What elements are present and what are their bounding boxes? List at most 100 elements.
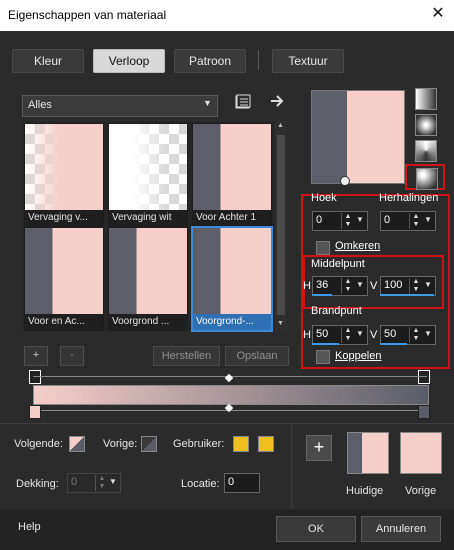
radial-style-icon[interactable]: [416, 168, 438, 190]
arrow-right-icon[interactable]: [268, 93, 286, 111]
focal-h-value: 50: [316, 328, 329, 340]
sunburst-style-icon[interactable]: [415, 140, 437, 162]
category-dropdown[interactable]: Alles ▼: [22, 95, 218, 117]
user-swatch[interactable]: [233, 436, 249, 452]
opacity-stop-left[interactable]: [29, 370, 41, 384]
opacity-label: Dekking:: [16, 478, 59, 490]
category-value: Alles: [28, 99, 52, 111]
gradient-tile-label: Voor Achter 1: [193, 210, 271, 226]
location-value: 0: [228, 476, 235, 488]
focal-h-slider[interactable]: [312, 343, 339, 345]
location-label: Locatie:: [181, 478, 220, 490]
angle-field[interactable]: 0 ▲ ▼ ▼: [312, 211, 368, 231]
location-field[interactable]: 0: [224, 473, 260, 493]
rectangular-style-icon[interactable]: [415, 114, 437, 136]
focal-h-label: H: [303, 329, 311, 341]
gradient-tile-label: Voorgrond-...: [193, 314, 271, 330]
vertical-divider: [291, 423, 292, 509]
dropdown-arrow-icon[interactable]: ▼: [107, 474, 119, 490]
spin-arrows-icon[interactable]: ▲ ▼: [409, 213, 422, 229]
ok-button[interactable]: OK: [276, 516, 356, 542]
scroll-down-icon[interactable]: ▼: [277, 320, 284, 327]
gradient-bar[interactable]: [33, 385, 429, 405]
gradient-tile[interactable]: Vervaging wit: [108, 123, 188, 227]
opacity-stop-right[interactable]: [418, 370, 430, 384]
remove-gradient-button[interactable]: -: [60, 346, 84, 366]
tab-patroon[interactable]: Patroon: [174, 49, 246, 73]
center-h-value: 36: [316, 279, 329, 291]
spin-arrows-icon[interactable]: ▲ ▼: [341, 213, 354, 229]
spin-arrows-icon[interactable]: ▲ ▼: [341, 327, 354, 343]
focal-h-field[interactable]: 50 ▲ ▼ ▼: [312, 325, 368, 345]
dropdown-arrow-icon[interactable]: ▼: [422, 212, 434, 228]
linear-style-icon[interactable]: [415, 88, 437, 110]
window-title: Eigenschappen van materiaal: [8, 8, 167, 22]
save-button[interactable]: Opslaan: [225, 346, 289, 366]
dropdown-arrow-icon[interactable]: ▼: [422, 277, 434, 293]
center-h-label: H: [303, 280, 311, 292]
opacity-field[interactable]: 0 ▲ ▼ ▼: [67, 473, 121, 493]
gradient-tile[interactable]: Voorgrond ...: [108, 227, 188, 331]
gradient-tile-selected[interactable]: Voorgrond-...: [191, 226, 273, 332]
center-point-marker[interactable]: [340, 176, 350, 186]
invert-label: Omkeren: [335, 240, 381, 252]
repeats-label: Herhalingen: [379, 192, 439, 204]
next-swatch[interactable]: [69, 436, 85, 452]
angle-label: Hoek: [311, 192, 337, 204]
center-v-field[interactable]: 100 ▲ ▼ ▼: [380, 276, 436, 296]
help-link[interactable]: Help: [18, 521, 41, 533]
user-swatch-2[interactable]: [258, 436, 274, 452]
current-material-swatch[interactable]: [347, 432, 389, 474]
restore-button[interactable]: Herstellen: [153, 346, 220, 366]
current-label: Huidige: [346, 485, 384, 497]
add-swatch-button[interactable]: +: [306, 435, 332, 461]
center-v-slider[interactable]: [380, 294, 434, 296]
gradient-tile[interactable]: Vervaging v...: [24, 123, 104, 227]
angle-value: 0: [316, 214, 323, 226]
gradient-tile[interactable]: Voor Achter 1: [192, 123, 272, 227]
tab-verloop[interactable]: Verloop: [93, 49, 165, 73]
list-view-icon[interactable]: [234, 94, 252, 112]
invert-checkbox[interactable]: [316, 241, 330, 255]
spin-arrows-icon[interactable]: ▲ ▼: [409, 278, 422, 294]
link-checkbox[interactable]: [316, 350, 330, 364]
spin-arrows-icon[interactable]: ▲ ▼: [409, 327, 422, 343]
tab-kleur[interactable]: Kleur: [12, 49, 84, 73]
center-v-value: 100: [384, 279, 403, 291]
close-icon[interactable]: ✕: [428, 4, 448, 24]
title-bar: Eigenschappen van materiaal ✕: [0, 0, 454, 31]
focal-v-slider[interactable]: [380, 343, 407, 345]
scrollbar-thumb[interactable]: [277, 135, 285, 315]
center-h-slider[interactable]: [312, 294, 332, 296]
spin-arrows-icon[interactable]: ▲ ▼: [341, 278, 354, 294]
color-stop-left[interactable]: [29, 405, 41, 419]
repeats-value: 0: [384, 214, 391, 226]
center-h-field[interactable]: 36 ▲ ▼ ▼: [312, 276, 368, 296]
dropdown-arrow-icon[interactable]: ▼: [354, 212, 366, 228]
prev-label: Vorige:: [103, 438, 138, 450]
link-label: Koppelen: [335, 350, 382, 362]
cancel-button[interactable]: Annuleren: [361, 516, 441, 542]
dropdown-arrow-icon[interactable]: ▼: [422, 326, 434, 342]
section-divider: [0, 423, 454, 424]
gradient-preview[interactable]: [311, 90, 405, 186]
dropdown-arrow-icon[interactable]: ▼: [354, 277, 366, 293]
gradient-grid: Vervaging v... Vervaging wit Voor Achter…: [22, 121, 274, 332]
focal-label: Brandpunt: [311, 305, 362, 317]
gradient-tile-label: Voorgrond ...: [109, 314, 187, 330]
tab-textuur[interactable]: Textuur: [272, 49, 344, 73]
repeats-field[interactable]: 0 ▲ ▼ ▼: [380, 211, 436, 231]
color-stop-right[interactable]: [418, 405, 430, 419]
dropdown-arrow-icon[interactable]: ▼: [354, 326, 366, 342]
center-label: Middelpunt: [311, 258, 365, 270]
scroll-up-icon[interactable]: ▲: [277, 122, 284, 129]
style-highlight: [405, 164, 445, 190]
center-v-label: V: [370, 280, 378, 292]
gradient-scrollbar[interactable]: ▲ ▼: [275, 121, 287, 331]
add-gradient-button[interactable]: +: [24, 346, 48, 366]
previous-material-swatch[interactable]: [400, 432, 442, 474]
focal-v-field[interactable]: 50 ▲ ▼ ▼: [380, 325, 436, 345]
gradient-tile[interactable]: Voor en Ac...: [24, 227, 104, 331]
prev-swatch[interactable]: [141, 436, 157, 452]
user-label: Gebruiker:: [173, 438, 225, 450]
